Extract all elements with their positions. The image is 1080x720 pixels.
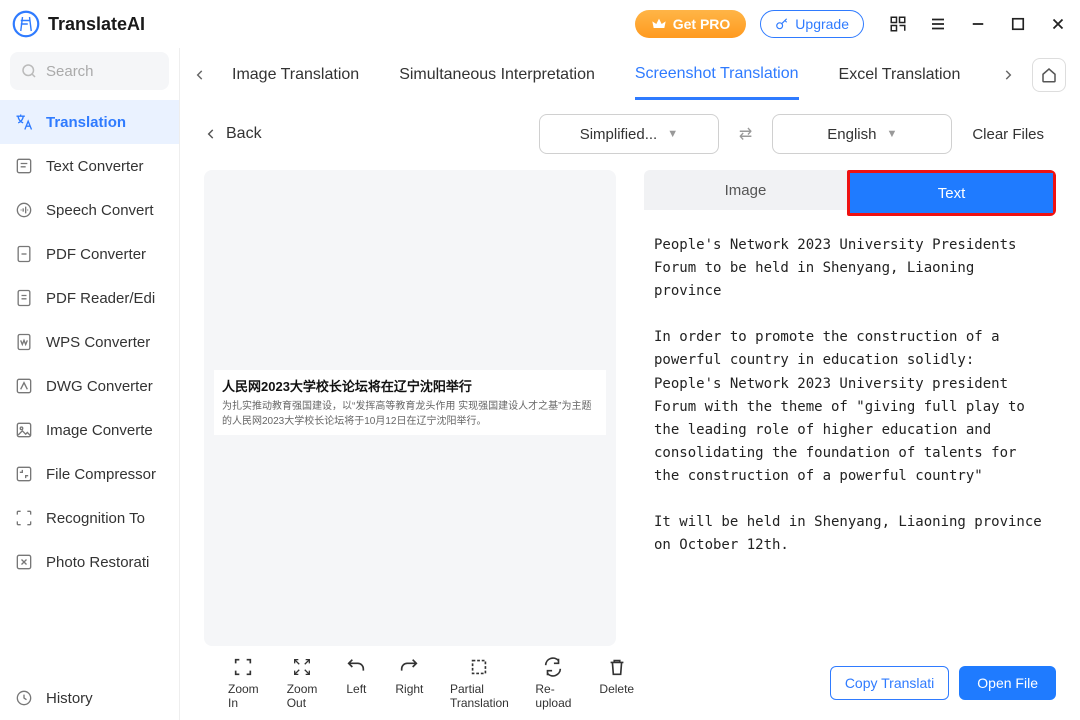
get-pro-button[interactable]: Get PRO [635,10,747,38]
menu-icon[interactable] [928,14,948,34]
sidebar-item-speech-convert[interactable]: Speech Convert [0,188,179,232]
sidebar-item-label: History [46,690,93,707]
copy-translation-button[interactable]: Copy Translati [830,666,949,700]
wps-icon [14,332,34,352]
back-button[interactable]: Back [204,125,262,143]
tabs-prev-button[interactable] [186,61,214,89]
translation-result: People's Network 2023 University Preside… [644,216,1056,660]
sidebar: Search Translation Text Converter Speech… [0,48,180,720]
compress-icon [14,464,34,484]
home-button[interactable] [1032,58,1066,92]
rotate-right-button[interactable]: Right [395,656,423,710]
sidebar-item-translation[interactable]: Translation [0,100,179,144]
sidebar-item-label: Image Converte [46,422,153,439]
result-tabs: Image Text [644,170,1056,216]
qr-icon[interactable] [888,14,908,34]
zoom-in-button[interactable]: Zoom In [228,656,259,710]
swap-languages-button[interactable]: ⇄ [739,124,752,144]
speech-icon [14,200,34,220]
result-tab-image[interactable]: Image [644,170,847,210]
sidebar-item-label: Speech Convert [46,202,154,219]
sidebar-item-label: Recognition To [46,510,145,527]
caret-down-icon: ▼ [886,128,897,140]
sidebar-item-photo-restore[interactable]: Photo Restorati [0,540,179,584]
sidebar-item-pdf-reader[interactable]: PDF Reader/Edi [0,276,179,320]
key-icon [775,17,789,31]
tab-image-translation[interactable]: Image Translation [232,52,359,98]
sidebar-item-label: PDF Converter [46,246,146,263]
source-title: 人民网2023大学校长论坛将在辽宁沈阳举行 [222,376,598,395]
translate-icon [14,112,34,132]
source-lang-select[interactable]: Simplified... ▼ [539,114,719,154]
clear-files-button[interactable]: Clear Files [972,126,1044,143]
sidebar-item-label: PDF Reader/Edi [46,290,155,307]
sidebar-item-label: WPS Converter [46,334,150,351]
app-name: TranslateAI [48,14,145,35]
reupload-button[interactable]: Re-upload [535,656,571,710]
dwg-icon [14,376,34,396]
image-toolbar: Zoom In Zoom Out Left Right Partial Tran… [204,646,616,712]
titlebar: TranslateAI Get PRO Upgrade [0,0,1080,48]
sidebar-item-label: DWG Converter [46,378,153,395]
minimize-button[interactable] [968,14,988,34]
search-icon [20,62,38,80]
zoom-out-button[interactable]: Zoom Out [287,656,318,710]
source-lang-label: Simplified... [580,126,658,143]
text-icon [14,156,34,176]
tab-screenshot-translation[interactable]: Screenshot Translation [635,51,799,100]
upgrade-label: Upgrade [795,16,849,32]
tabs-next-button[interactable] [994,61,1022,89]
maximize-button[interactable] [1008,14,1028,34]
sidebar-item-label: File Compressor [46,466,156,483]
pdf-icon [14,244,34,264]
sidebar-item-pdf-converter[interactable]: PDF Converter [0,232,179,276]
photo-icon [14,552,34,572]
image-icon [14,420,34,440]
source-text: 人民网2023大学校长论坛将在辽宁沈阳举行 为扎实推动教育强国建设，以“发挥高等… [214,370,606,435]
search-input[interactable]: Search [10,52,169,90]
sidebar-item-history[interactable]: History [0,676,179,720]
search-placeholder: Search [46,63,94,80]
tab-simultaneous-interpretation[interactable]: Simultaneous Interpretation [399,52,595,98]
sidebar-item-file-compressor[interactable]: File Compressor [0,452,179,496]
tabs-row: Image Translation Simultaneous Interpret… [180,48,1080,102]
history-icon [14,688,34,708]
sidebar-item-label: Text Converter [46,158,144,175]
target-lang-select[interactable]: English ▼ [772,114,952,154]
app-logo: TranslateAI [12,10,145,38]
recognition-icon [14,508,34,528]
partial-translate-button[interactable]: Partial Translation [451,656,507,710]
open-file-button[interactable]: Open File [959,666,1056,700]
sidebar-item-label: Photo Restorati [46,554,149,571]
crown-icon [651,16,667,32]
source-body: 为扎实推动教育强国建设，以“发挥高等教育龙头作用 实现强国建设人才之基”为主题的… [222,399,598,429]
target-lang-label: English [827,126,876,143]
logo-icon [12,10,40,38]
rotate-left-button[interactable]: Left [345,656,367,710]
sidebar-item-recognition[interactable]: Recognition To [0,496,179,540]
pdf-reader-icon [14,288,34,308]
back-label: Back [226,125,262,143]
upgrade-button[interactable]: Upgrade [760,10,864,38]
image-preview: 人民网2023大学校长论坛将在辽宁沈阳举行 为扎实推动教育强国建设，以“发挥高等… [204,170,616,646]
close-button[interactable] [1048,14,1068,34]
tab-excel-translation[interactable]: Excel Translation [839,52,961,98]
chevron-left-icon [204,127,218,141]
get-pro-label: Get PRO [673,16,731,32]
sidebar-item-wps-converter[interactable]: WPS Converter [0,320,179,364]
result-tab-text[interactable]: Text [850,173,1053,213]
sidebar-item-label: Translation [46,114,126,131]
sidebar-item-dwg-converter[interactable]: DWG Converter [0,364,179,408]
sidebar-item-image-converter[interactable]: Image Converte [0,408,179,452]
caret-down-icon: ▼ [667,128,678,140]
delete-button[interactable]: Delete [599,656,634,710]
sidebar-item-text-converter[interactable]: Text Converter [0,144,179,188]
